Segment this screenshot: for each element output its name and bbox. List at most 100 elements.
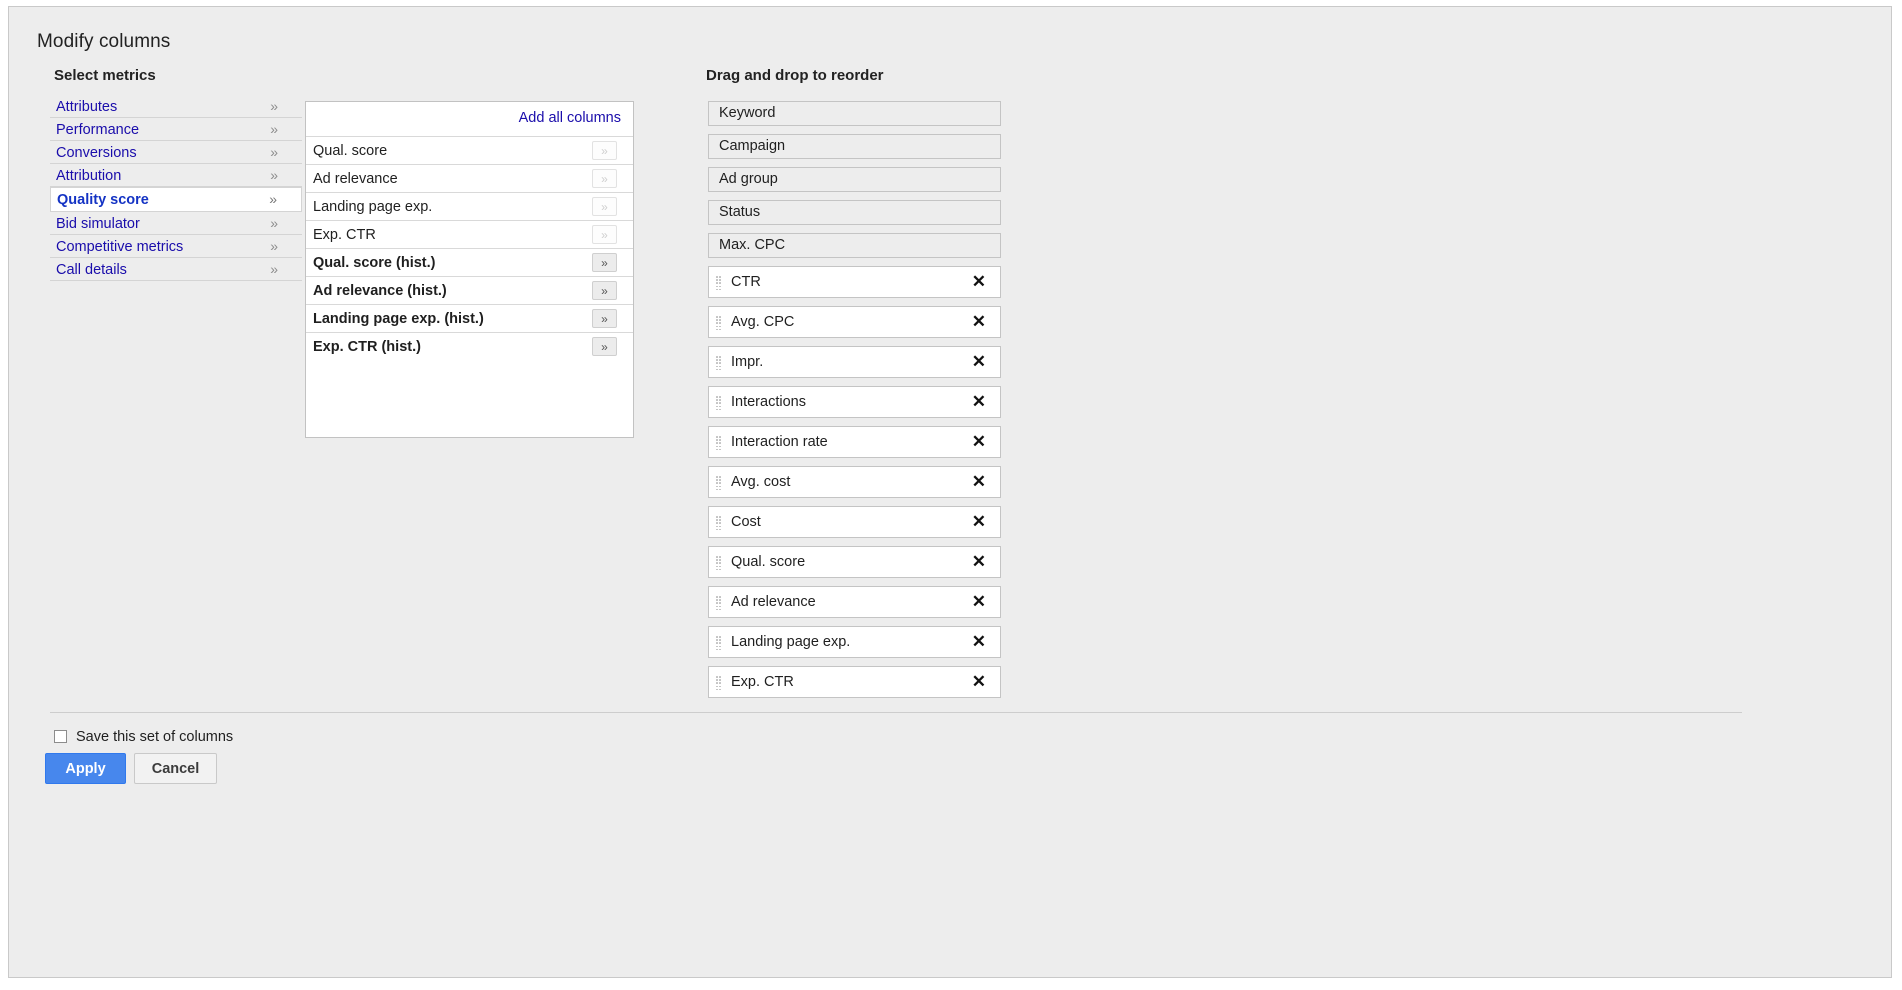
- remove-column-icon[interactable]: ✕: [972, 307, 986, 337]
- reorder-item[interactable]: Landing page exp. ✕: [708, 626, 1001, 658]
- chevron-right-icon: »: [270, 238, 278, 254]
- reorder-item-fixed: Keyword: [708, 101, 1001, 126]
- metric-label: Qual. score (hist.): [313, 255, 436, 271]
- reorder-item-label: Landing page exp.: [731, 634, 851, 650]
- drag-handle-icon[interactable]: [716, 516, 721, 531]
- nav-item-label: Quality score: [57, 192, 149, 208]
- reorder-item[interactable]: Avg. CPC ✕: [708, 306, 1001, 338]
- nav-item-attributes[interactable]: Attributes »: [50, 95, 302, 118]
- nav-item-label: Conversions: [56, 145, 137, 161]
- drag-handle-icon[interactable]: [716, 276, 721, 291]
- nav-item-quality-score[interactable]: Quality score »: [50, 187, 302, 212]
- add-all-row: Add all columns: [306, 102, 633, 136]
- drag-handle-icon[interactable]: [716, 636, 721, 651]
- reorder-item[interactable]: Ad relevance ✕: [708, 586, 1001, 618]
- nav-item-label: Competitive metrics: [56, 239, 184, 255]
- reorder-item[interactable]: Avg. cost ✕: [708, 466, 1001, 498]
- drag-handle-icon[interactable]: [716, 476, 721, 491]
- reorder-item[interactable]: CTR ✕: [708, 266, 1001, 298]
- metric-row: Ad relevance (hist.) »: [306, 276, 633, 304]
- metric-row: Qual. score »: [306, 136, 633, 164]
- nav-item-bid-simulator[interactable]: Bid simulator »: [50, 212, 302, 235]
- metric-row: Ad relevance »: [306, 164, 633, 192]
- nav-item-call-details[interactable]: Call details »: [50, 258, 302, 281]
- chevron-right-icon: »: [270, 98, 278, 114]
- remove-column-icon[interactable]: ✕: [972, 467, 986, 497]
- chevron-right-icon: »: [270, 167, 278, 183]
- reorder-heading: Drag and drop to reorder: [706, 67, 884, 84]
- nav-item-attribution[interactable]: Attribution »: [50, 164, 302, 187]
- reorder-item-label: Keyword: [719, 105, 776, 121]
- add-metric-button[interactable]: »: [592, 225, 617, 244]
- drag-handle-icon[interactable]: [716, 556, 721, 571]
- page-title: Modify columns: [37, 31, 171, 52]
- reorder-item[interactable]: Impr. ✕: [708, 346, 1001, 378]
- reorder-item-label: Interactions: [731, 394, 806, 410]
- reorder-item[interactable]: Qual. score ✕: [708, 546, 1001, 578]
- remove-column-icon[interactable]: ✕: [972, 587, 986, 617]
- metric-row: Exp. CTR (hist.) »: [306, 332, 633, 360]
- footer-divider: [50, 712, 1742, 713]
- cancel-button[interactable]: Cancel: [134, 753, 217, 784]
- reorder-item[interactable]: Interaction rate ✕: [708, 426, 1001, 458]
- nav-item-competitive-metrics[interactable]: Competitive metrics »: [50, 235, 302, 258]
- nav-item-performance[interactable]: Performance »: [50, 118, 302, 141]
- remove-column-icon[interactable]: ✕: [972, 267, 986, 297]
- remove-column-icon[interactable]: ✕: [972, 427, 986, 457]
- chevron-right-icon: »: [270, 215, 278, 231]
- add-metric-button[interactable]: »: [592, 197, 617, 216]
- reorder-item-fixed: Max. CPC: [708, 233, 1001, 258]
- reorder-item-fixed: Campaign: [708, 134, 1001, 159]
- metric-list-panel: Add all columns Qual. score» Ad relevance…: [305, 101, 634, 438]
- nav-item-conversions[interactable]: Conversions »: [50, 141, 302, 164]
- metric-label: Qual. score: [313, 143, 388, 159]
- apply-button[interactable]: Apply: [45, 753, 126, 784]
- add-metric-button[interactable]: »: [592, 169, 617, 188]
- metric-category-nav: Attributes» Performance» Conversions» Attri…: [50, 95, 302, 281]
- reorder-item-fixed: Status: [708, 200, 1001, 225]
- remove-column-icon[interactable]: ✕: [972, 627, 986, 657]
- add-metric-button[interactable]: »: [592, 337, 617, 356]
- nav-item-label: Performance: [56, 122, 140, 138]
- add-metric-button[interactable]: »: [592, 253, 617, 272]
- reorder-item-label: Qual. score: [731, 554, 806, 570]
- drag-handle-icon[interactable]: [716, 436, 721, 451]
- save-columns-checkbox[interactable]: [54, 730, 67, 743]
- reorder-item-label: CTR: [731, 274, 761, 290]
- metric-row: Landing page exp. (hist.) »: [306, 304, 633, 332]
- reorder-item-label: Avg. CPC: [731, 314, 795, 330]
- chevron-right-icon: »: [270, 261, 278, 277]
- metric-label: Landing page exp.: [313, 199, 433, 215]
- add-metric-button[interactable]: »: [592, 281, 617, 300]
- drag-handle-icon[interactable]: [716, 596, 721, 611]
- reorder-item-label: Avg. cost: [731, 474, 791, 490]
- reorder-item[interactable]: Interactions ✕: [708, 386, 1001, 418]
- metric-label: Exp. CTR (hist.): [313, 339, 421, 355]
- drag-handle-icon[interactable]: [716, 356, 721, 371]
- reorder-item[interactable]: Exp. CTR ✕: [708, 666, 1001, 698]
- metric-label: Ad relevance: [313, 171, 398, 187]
- drag-handle-icon[interactable]: [716, 396, 721, 411]
- metric-rows: Qual. score» Ad relevance» Landing page ex…: [306, 136, 633, 360]
- remove-column-icon[interactable]: ✕: [972, 547, 986, 577]
- metric-label: Ad relevance (hist.): [313, 283, 447, 299]
- add-metric-button[interactable]: »: [592, 141, 617, 160]
- reorder-list: Keyword Campaign Ad group Status Max. CPC CTR…: [708, 101, 1001, 706]
- reorder-item-label: Impr.: [731, 354, 764, 370]
- reorder-item-label: Interaction rate: [731, 434, 828, 450]
- remove-column-icon[interactable]: ✕: [972, 507, 986, 537]
- drag-handle-icon[interactable]: [716, 316, 721, 331]
- save-columns-label: Save this set of columns: [76, 729, 234, 745]
- nav-item-label: Attributes: [56, 99, 118, 115]
- drag-handle-icon[interactable]: [716, 676, 721, 691]
- reorder-item-label: Max. CPC: [719, 237, 786, 253]
- add-metric-button[interactable]: »: [592, 309, 617, 328]
- remove-column-icon[interactable]: ✕: [972, 347, 986, 377]
- reorder-item[interactable]: Cost ✕: [708, 506, 1001, 538]
- remove-column-icon[interactable]: ✕: [972, 387, 986, 417]
- nav-item-label: Attribution: [56, 168, 122, 184]
- select-metrics-heading: Select metrics: [54, 67, 156, 84]
- chevron-right-icon: »: [269, 191, 277, 207]
- add-all-columns-link[interactable]: Add all columns: [519, 110, 621, 126]
- remove-column-icon[interactable]: ✕: [972, 667, 986, 697]
